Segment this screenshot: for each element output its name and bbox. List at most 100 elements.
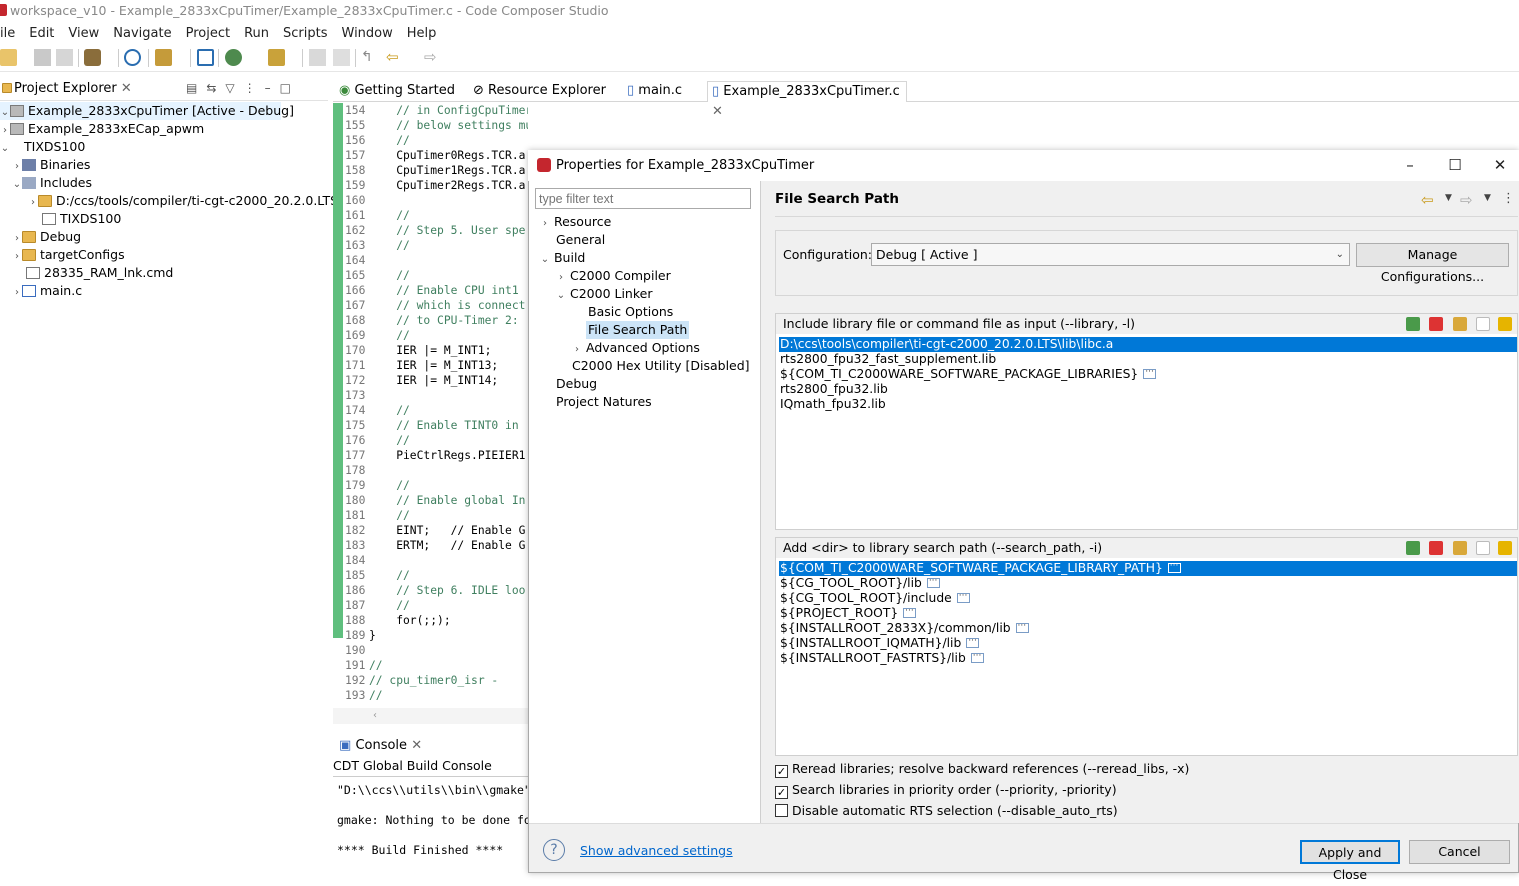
- console-output[interactable]: "D:\\ccs\\utils\\bin\\gmake" gmake: Noth…: [333, 776, 528, 873]
- tree-item-binaries[interactable]: › Binaries: [12, 156, 90, 174]
- tree-item-ccxml[interactable]: TIXDS100: [42, 210, 121, 228]
- code-line[interactable]: 192// cpu_timer0_isr -: [333, 673, 498, 688]
- code-line[interactable]: 168 // to CPU-Timer 2:: [333, 313, 519, 328]
- code-line[interactable]: 156 //: [333, 133, 410, 148]
- manage-configurations-button[interactable]: Manage Configurations...: [1356, 243, 1509, 284]
- code-line[interactable]: 161 //: [333, 208, 410, 223]
- annotation-icon[interactable]: [333, 49, 350, 66]
- horizontal-scrollbar[interactable]: ‹: [333, 708, 528, 724]
- checkbox-box[interactable]: ✓: [775, 765, 788, 778]
- search-path-item[interactable]: ${COM_TI_C2000WARE_SOFTWARE_PACKAGE_LIBR…: [779, 559, 1517, 576]
- tab-resource-explorer[interactable]: ⊘ Resource Explorer: [469, 81, 610, 102]
- menu-scripts[interactable]: Scripts: [283, 23, 327, 44]
- menu-file[interactable]: ile: [0, 23, 15, 44]
- delete-icon[interactable]: [1429, 317, 1443, 331]
- nav-item-advanced-options[interactable]: › Advanced Options: [572, 339, 700, 357]
- forward-arrow-icon[interactable]: ⇨: [1460, 191, 1473, 209]
- view-menu-icon[interactable]: ⋮: [244, 81, 265, 95]
- checkbox-box[interactable]: [775, 804, 788, 817]
- library-item[interactable]: ${COM_TI_C2000WARE_SOFTWARE_PACKAGE_LIBR…: [779, 365, 1517, 382]
- chevron-down-icon[interactable]: ⌄: [12, 176, 22, 194]
- apply-and-close-button[interactable]: Apply and Close: [1300, 840, 1400, 882]
- code-line[interactable]: 173: [333, 388, 369, 403]
- filter-input[interactable]: [535, 188, 751, 209]
- library-item[interactable]: rts2800_fpu32.lib: [779, 382, 1517, 397]
- code-line[interactable]: 171 IER |= M_INT13;: [333, 358, 498, 373]
- tree-item-debug[interactable]: › Debug: [12, 228, 81, 246]
- back-arrow-icon[interactable]: ⇦: [1421, 191, 1434, 209]
- code-editor[interactable]: 154 // in ConfigCpuTimer and InitCpuTime…: [333, 103, 528, 708]
- minimize-icon[interactable]: –: [265, 81, 280, 95]
- edit-icon[interactable]: [1453, 541, 1467, 555]
- code-line[interactable]: 174 //: [333, 403, 410, 418]
- menu-run[interactable]: Run: [244, 23, 269, 44]
- help-icon[interactable]: ?: [543, 839, 565, 861]
- menu-view[interactable]: View: [68, 23, 99, 44]
- code-line[interactable]: 166 // Enable CPU int1: [333, 283, 519, 298]
- nav-item-c2000-compiler[interactable]: › C2000 Compiler: [556, 267, 671, 285]
- tab-getting-started[interactable]: ◉ Getting Started: [335, 81, 459, 102]
- move-down-icon[interactable]: [1498, 317, 1512, 331]
- code-line[interactable]: 172 IER |= M_INT14;: [333, 373, 498, 388]
- code-line[interactable]: 160: [333, 193, 369, 208]
- view-menu-icon[interactable]: ⋮: [1502, 191, 1515, 206]
- disable-auto-rts-checkbox[interactable]: Disable automatic RTS selection (--disab…: [775, 802, 1118, 820]
- code-line[interactable]: 158 CpuTimer1Regs.TCR.a: [333, 163, 525, 178]
- nav-item-basic-options[interactable]: Basic Options: [588, 303, 673, 321]
- code-line[interactable]: 183 ERTM; // Enable G: [333, 538, 525, 553]
- tree-item-cmd-file[interactable]: 28335_RAM_lnk.cmd: [26, 264, 173, 282]
- code-line[interactable]: 177 PieCtrlRegs.PIEIER1: [333, 448, 525, 463]
- code-line[interactable]: 186 // Step 6. IDLE loo: [333, 583, 525, 598]
- add-icon[interactable]: [1406, 541, 1420, 555]
- chevron-right-icon[interactable]: ›: [12, 248, 22, 266]
- code-line[interactable]: 154 // in ConfigCpuTimer and InitCpuTime…: [333, 103, 528, 118]
- code-line[interactable]: 187 //: [333, 598, 410, 613]
- code-line[interactable]: 191//: [333, 658, 383, 673]
- console-tab[interactable]: ▣ Console ✕: [333, 735, 422, 757]
- add-icon[interactable]: [1406, 317, 1420, 331]
- chevron-down-icon[interactable]: ▼: [1484, 193, 1491, 203]
- tree-item-includes[interactable]: ⌄ Includes: [12, 174, 92, 192]
- code-line[interactable]: 181 //: [333, 508, 410, 523]
- move-down-icon[interactable]: [1498, 541, 1512, 555]
- delete-icon[interactable]: [1429, 541, 1443, 555]
- chevron-down-icon[interactable]: ⌄: [540, 251, 550, 269]
- collapse-all-icon[interactable]: ▤: [186, 81, 206, 95]
- dialog-minimize-icon[interactable]: –: [1387, 150, 1433, 181]
- tree-item-project[interactable]: › Example_2833xECap_apwm: [0, 120, 204, 138]
- show-advanced-settings-link[interactable]: Show advanced settings: [580, 843, 733, 858]
- close-icon[interactable]: ✕: [411, 738, 422, 753]
- code-line[interactable]: 189}: [333, 628, 376, 643]
- checkbox-box[interactable]: ✓: [775, 786, 788, 799]
- tree-item-include-path[interactable]: › D:/ccs/tools/compiler/ti-cgt-c2000_20.2…: [28, 192, 342, 210]
- save-icon[interactable]: [34, 49, 51, 66]
- nav-item-build[interactable]: ⌄ Build: [540, 249, 586, 269]
- nav-item-general[interactable]: General: [556, 231, 605, 249]
- code-line[interactable]: 188 for(;;);: [333, 613, 451, 628]
- code-line[interactable]: 162 // Step 5. User spe: [333, 223, 525, 238]
- load-program-icon[interactable]: [268, 49, 285, 66]
- last-edit-icon[interactable]: ↰: [361, 49, 378, 66]
- cancel-button[interactable]: Cancel: [1409, 840, 1510, 864]
- maximize-icon[interactable]: □: [280, 81, 300, 95]
- dialog-close-icon[interactable]: ✕: [1477, 150, 1519, 181]
- flash-icon[interactable]: [155, 49, 172, 66]
- library-item[interactable]: IQmath_fpu32.lib: [779, 397, 1517, 412]
- link-editor-icon[interactable]: ⇆: [206, 81, 225, 95]
- search-path-item[interactable]: ${CG_TOOL_ROOT}/include: [779, 589, 1517, 606]
- back-arrow-icon[interactable]: ⇦: [386, 49, 403, 66]
- code-line[interactable]: 157 CpuTimer0Regs.TCR.a: [333, 148, 525, 163]
- menu-edit[interactable]: Edit: [29, 23, 54, 44]
- forward-arrow-icon[interactable]: ⇨: [424, 49, 441, 66]
- tree-item-project-active[interactable]: ⌄ Example_2833xCpuTimer [Active - Debug]: [0, 102, 294, 120]
- code-line[interactable]: 179 //: [333, 478, 410, 493]
- code-line[interactable]: 176 //: [333, 433, 410, 448]
- menu-project[interactable]: Project: [186, 23, 230, 44]
- nav-item-debug[interactable]: Debug: [556, 375, 597, 393]
- tree-item-project[interactable]: ⌄ TIXDS100: [0, 138, 86, 156]
- code-line[interactable]: 185 //: [333, 568, 410, 583]
- search-icon[interactable]: [124, 49, 141, 66]
- code-line[interactable]: 155 // below settings must also be updat…: [333, 118, 528, 133]
- menu-help[interactable]: Help: [407, 23, 437, 44]
- code-line[interactable]: 170 IER |= M_INT1;: [333, 343, 491, 358]
